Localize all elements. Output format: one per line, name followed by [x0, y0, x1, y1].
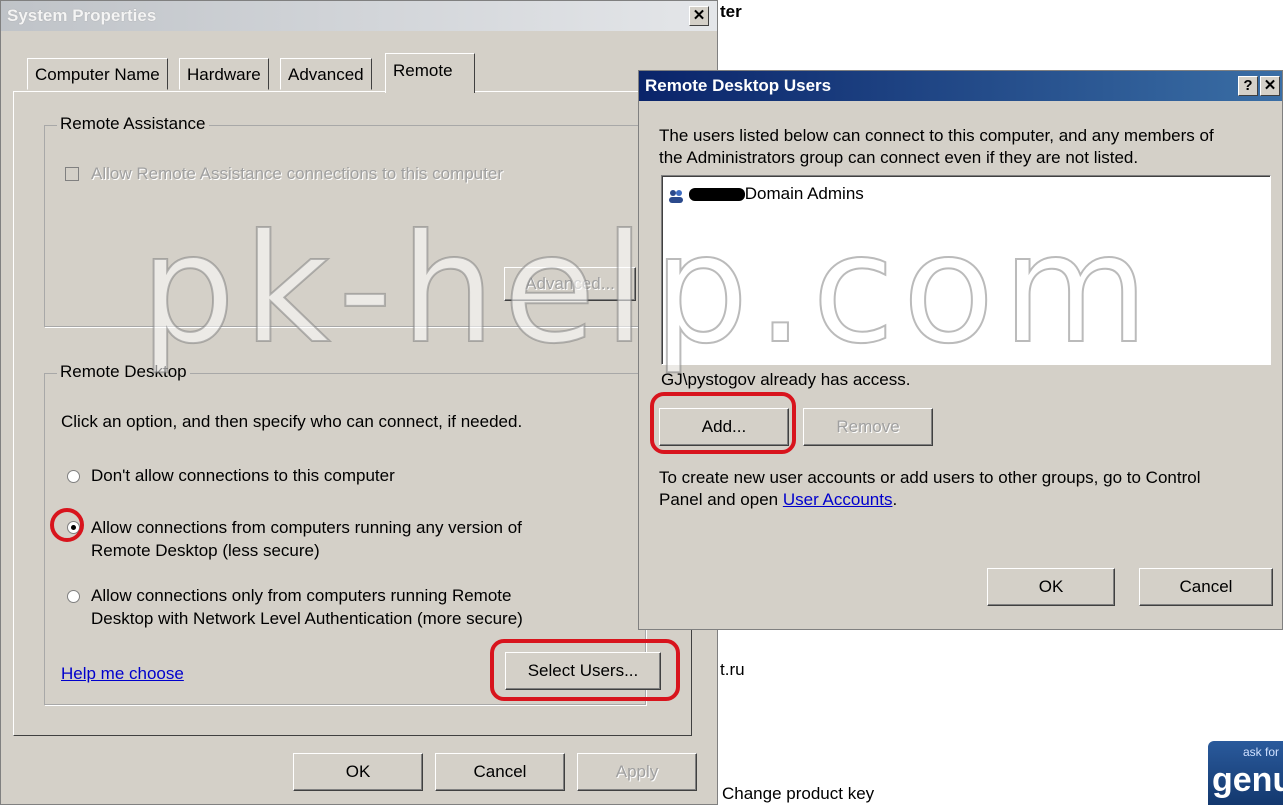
tab-computer-name[interactable]: Computer Name [27, 58, 168, 90]
tab-hardware[interactable]: Hardware [179, 58, 269, 90]
tab-remote[interactable]: Remote [385, 53, 475, 93]
rdu-footer-suffix: . [892, 490, 898, 509]
rdu-footer-line-2: Panel and open User Accounts. [659, 489, 897, 511]
radio-dont-allow[interactable] [67, 470, 80, 483]
users-listbox[interactable]: Domain Admins [661, 175, 1271, 365]
advanced-button[interactable]: Advanced... [504, 267, 636, 301]
badge-top-text: ask for [1242, 745, 1279, 759]
system-properties-titlebar[interactable]: System Properties [1, 1, 717, 31]
rdu-footer-line-1: To create new user accounts or add users… [659, 468, 1201, 487]
annotation-radio-highlight [50, 508, 84, 542]
domain-fragment: t.ru [720, 660, 745, 679]
dialog-title: System Properties [7, 6, 157, 25]
remote-desktop-instruction: Click an option, and then specify who ca… [61, 412, 523, 431]
group-users-icon [668, 187, 684, 203]
radio-allow-any-version-label-2: Remote Desktop (less secure) [91, 541, 320, 560]
tab-advanced[interactable]: Advanced [280, 58, 372, 90]
radio-allow-any-version-label-1: Allow connections from computers running… [91, 518, 522, 537]
background-window-title-fragment: ter [720, 2, 742, 21]
radio-allow-nla[interactable] [67, 590, 80, 603]
radio-dont-allow-label: Don't allow connections to this computer [91, 466, 395, 485]
rdu-footer-prefix: Panel and open [659, 490, 783, 509]
remote-desktop-users-titlebar[interactable]: Remote Desktop Users [639, 71, 1282, 101]
list-item[interactable]: Domain Admins [668, 182, 864, 206]
rdu-ok-button[interactable]: OK [987, 568, 1115, 606]
remote-desktop-group-label: Remote Desktop [57, 362, 190, 382]
remote-desktop-users-dialog: Remote Desktop Users ? ✕ The users liste… [638, 70, 1283, 630]
change-product-key-link[interactable]: Change product key [722, 784, 874, 804]
redacted-domain [688, 188, 745, 202]
remote-assistance-checkbox-label: Allow Remote Assistance connections to t… [91, 164, 503, 183]
remote-assistance-group-label: Remote Assistance [57, 114, 209, 134]
rdu-description-line-1: The users listed below can connect to th… [659, 126, 1214, 145]
genuine-microsoft-badge[interactable]: ask for genu [1208, 741, 1283, 805]
ok-button[interactable]: OK [293, 753, 423, 791]
help-icon[interactable]: ? [1238, 76, 1258, 96]
rdu-description-line-2: the Administrators group can connect eve… [659, 148, 1139, 167]
user-accounts-link[interactable]: User Accounts [783, 490, 893, 509]
annotation-select-users-highlight [490, 639, 680, 701]
annotation-add-highlight [650, 392, 796, 454]
close-icon[interactable]: ✕ [689, 6, 709, 26]
rdu-dialog-title: Remote Desktop Users [645, 76, 832, 95]
user-name: Domain Admins [744, 184, 864, 203]
cancel-button[interactable]: Cancel [435, 753, 565, 791]
rdu-cancel-button[interactable]: Cancel [1139, 568, 1273, 606]
radio-allow-nla-label-1: Allow connections only from computers ru… [91, 586, 512, 605]
help-me-choose-link[interactable]: Help me choose [61, 663, 184, 685]
radio-allow-nla-label-2: Desktop with Network Level Authenticatio… [91, 609, 523, 628]
apply-button[interactable]: Apply [577, 753, 697, 791]
close-icon[interactable]: ✕ [1260, 76, 1280, 96]
remove-user-button[interactable]: Remove [803, 408, 933, 446]
badge-main-text: genu [1212, 761, 1283, 799]
remote-assistance-checkbox[interactable] [65, 167, 79, 181]
access-note: GJ\pystogov already has access. [661, 370, 911, 389]
